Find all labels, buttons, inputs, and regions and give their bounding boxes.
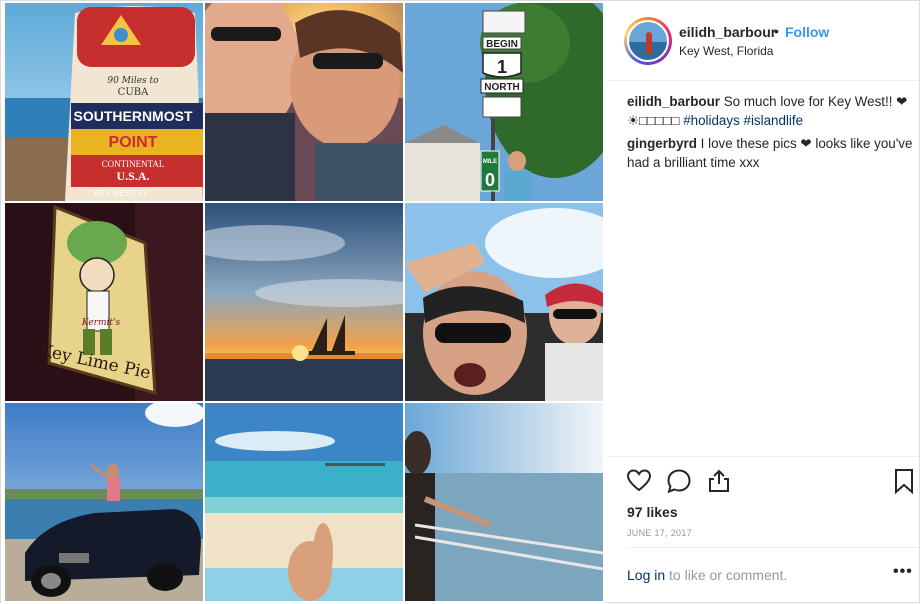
bookmark-icon: [895, 469, 913, 495]
photo-southernmost-point: 90 Miles to CUBA SOUTHERNMOST POINT CONT…: [5, 3, 203, 201]
more-options-icon[interactable]: •••: [893, 563, 915, 581]
instagram-post: 90 Miles to CUBA SOUTHERNMOST POINT CONT…: [0, 0, 920, 604]
sign-text-north: NORTH: [484, 82, 520, 93]
sign-text-zero: 0: [485, 170, 495, 190]
divider: [626, 547, 919, 548]
photo-beach-towel: [205, 403, 403, 601]
like-count[interactable]: 97 likes: [627, 504, 678, 520]
photo-sailboat-sunset: [205, 203, 403, 401]
post-username[interactable]: eilidh_barbour: [679, 24, 776, 40]
avatar[interactable]: [624, 17, 672, 65]
login-prompt: Log in to like or comment.: [627, 567, 787, 583]
sign-text-route-1: 1: [497, 57, 507, 77]
buoy-text-point: POINT: [109, 134, 158, 151]
hashtag-islandlife[interactable]: #islandlife: [744, 113, 804, 128]
photo-us1-mile-zero: BEGIN 1 NORTH MILE 0: [405, 3, 603, 201]
like-button[interactable]: [625, 467, 653, 495]
buoy-text-southernmost: SOUTHERNMOST: [74, 108, 193, 124]
buoy-text-usa: U.S.A.: [116, 169, 149, 183]
post-location[interactable]: Key West, Florida: [679, 44, 773, 58]
post-date[interactable]: JUNE 17, 2017: [627, 528, 692, 538]
caption: eilidh_barbour So much love for Key West…: [627, 93, 917, 130]
sign-text-kermits: Kermit's: [81, 318, 121, 328]
photo-collage[interactable]: 90 Miles to CUBA SOUTHERNMOST POINT CONT…: [1, 1, 605, 604]
photo-convertible-car: [5, 403, 203, 601]
caption-username[interactable]: eilidh_barbour: [627, 94, 720, 109]
photo-ocean-railing: [405, 403, 603, 601]
sign-text-begin: BEGIN: [486, 39, 518, 50]
buoy-text-miles: 90 Miles to: [107, 76, 159, 86]
share-button[interactable]: [705, 467, 733, 495]
buoy-text-cuba: CUBA: [118, 87, 149, 98]
comment-item: gingerbyrd I love these pics ❤ looks lik…: [627, 135, 917, 172]
heart-icon: [626, 469, 652, 492]
header-separator: •: [774, 23, 779, 39]
save-button[interactable]: [890, 467, 918, 495]
login-prompt-text: to like or comment.: [669, 567, 788, 583]
post-header: eilidh_barbour • Follow Key West, Florid…: [606, 1, 919, 81]
comment-button[interactable]: [665, 467, 693, 495]
photo-key-lime-pie-sign: Kermit's Key Lime Pie: [5, 203, 203, 401]
comment-list: eilidh_barbour So much love for Key West…: [627, 93, 917, 177]
hashtag-holidays[interactable]: #holidays: [683, 113, 740, 128]
login-link[interactable]: Log in: [627, 567, 665, 583]
sign-text-mile: MILE: [483, 159, 497, 165]
buoy-text-continental: CONTINENTAL: [102, 159, 165, 169]
comment-bubble-icon: [667, 469, 691, 494]
share-icon: [709, 469, 729, 492]
follow-button[interactable]: Follow: [785, 24, 829, 40]
comment-username[interactable]: gingerbyrd: [627, 136, 697, 151]
photo-couple-selfie-sunset: [205, 3, 403, 201]
avatar-image: [627, 20, 669, 62]
post-actions: 97 likes JUNE 17, 2017 Log in to like or…: [606, 456, 919, 604]
buoy-text-keywest: KEY WEST, FL: [94, 189, 149, 198]
photo-convertible-selfie: [405, 203, 603, 401]
post-sidebar: eilidh_barbour • Follow Key West, Florid…: [606, 1, 920, 604]
